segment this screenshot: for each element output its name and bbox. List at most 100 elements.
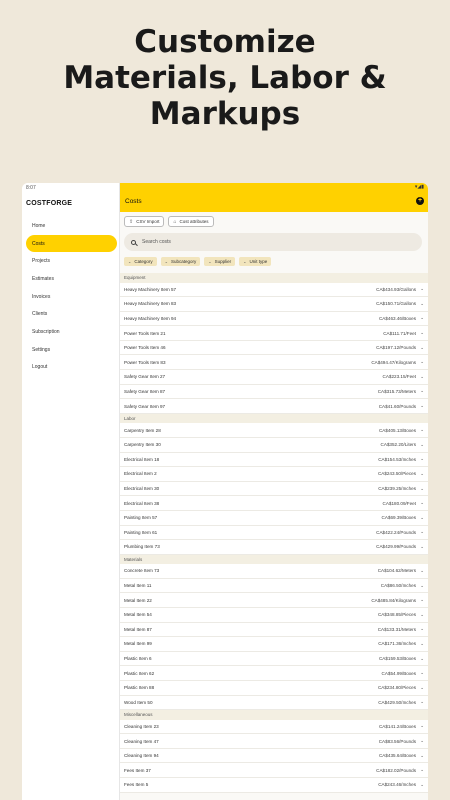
chevron-down-icon[interactable]: ⌄	[416, 427, 424, 433]
chevron-down-icon[interactable]: ⌄	[416, 359, 424, 365]
add-icon[interactable]: +	[416, 197, 424, 205]
brand-logo: COSTFORGE	[26, 200, 73, 207]
list-item[interactable]: Plastic Item 6 CA$159.53/Boxes ⌄	[120, 651, 428, 667]
chevron-down-icon[interactable]: ⌄	[416, 345, 424, 351]
list-item[interactable]: Plastic Item 88 CA$234.80/Pieces ⌄	[120, 680, 428, 696]
chevron-down-icon[interactable]: ⌄	[416, 486, 424, 492]
list-item[interactable]: Metal Item 87 CA$133.31/Meters ⌄	[120, 622, 428, 638]
chevron-down-icon[interactable]: ⌄	[416, 471, 424, 477]
list-item[interactable]: Painting Item 61 CA$422.24/Pounds ⌄	[120, 525, 428, 541]
sidebar-item-invoices[interactable]: Invoices	[26, 288, 117, 306]
list-item[interactable]: Power Tools Item 83 CA$494.47/Kilograms ⌄	[120, 355, 428, 371]
list-item[interactable]: Fees Item 5 CA$243.46/Inches ⌄	[120, 778, 428, 793]
page-title: Costs	[125, 198, 142, 205]
app-bar: ▾◢▮ Costs +	[120, 183, 428, 212]
chevron-down-icon[interactable]: ⌄	[416, 723, 424, 729]
chevron-down-icon[interactable]: ⌄	[416, 738, 424, 744]
chevron-down-icon[interactable]: ⌄	[416, 685, 424, 691]
list-item[interactable]: Cleaning Item 47 CA$83.56/Pounds ⌄	[120, 734, 428, 749]
chevron-down-icon[interactable]: ⌄	[416, 641, 424, 647]
chevron-down-icon[interactable]: ⌄	[416, 403, 424, 409]
list-item[interactable]: Carpentry Item 28 CA$405.13/Boxes ⌄	[120, 423, 428, 438]
list-item[interactable]: Metal Item 99 CA$171.36/Inches ⌄	[120, 637, 428, 652]
cost-item-name: Electrical Item 2	[124, 471, 157, 477]
chevron-down-icon: ⌄	[164, 259, 168, 264]
chevron-down-icon[interactable]: ⌄	[416, 500, 424, 506]
cost-attributes-button[interactable]: ⌂ Cost attributes	[168, 216, 214, 227]
filter-chip-category[interactable]: ⌄ Category	[124, 257, 157, 266]
list-item[interactable]: Heavy Machinery Item 83 CA$150.71/Gallons…	[120, 297, 428, 312]
list-item[interactable]: Heavy Machinery Item 57 CA$434.93/Gallons…	[120, 282, 428, 298]
chevron-down-icon[interactable]: ⌄	[416, 597, 424, 603]
chevron-down-icon[interactable]: ⌄	[416, 568, 424, 574]
filter-chip-supplier[interactable]: ⌄ Supplier	[204, 257, 236, 266]
sidebar-item-clients[interactable]: Clients	[26, 305, 117, 323]
status-time: 8:07	[26, 185, 36, 191]
chevron-down-icon[interactable]: ⌄	[416, 515, 424, 521]
chevron-down-icon[interactable]: ⌄	[416, 670, 424, 676]
list-item[interactable]: Plumbing Item 73 CA$429.99/Pounds ⌄	[120, 540, 428, 555]
chevron-down-icon[interactable]: ⌄	[416, 315, 424, 321]
list-item[interactable]: Concrete Item 73 CA$104.62/Meters ⌄	[120, 564, 428, 579]
sidebar-item-logout[interactable]: Logout	[26, 359, 117, 377]
sidebar-item-settings[interactable]: Settings	[26, 341, 117, 359]
list-item[interactable]: Electrical Item 2 CA$243.50/Pieces ⌄	[120, 467, 428, 482]
chevron-down-icon[interactable]: ⌄	[416, 583, 424, 589]
cost-item-price: CA$111.71/Feet	[383, 330, 416, 336]
chevron-down-icon[interactable]: ⌄	[416, 656, 424, 662]
chevron-down-icon[interactable]: ⌄	[416, 782, 424, 788]
list-item[interactable]: Electrical Item 18 CA$154.53/Inches ⌄	[120, 452, 428, 468]
list-item[interactable]: Safety Gear Item 97 CA$41.60/Pounds ⌄	[120, 399, 428, 414]
filter-chip-subcategory[interactable]: ⌄ Subcategory	[160, 257, 201, 266]
sidebar-item-costs[interactable]: Costs	[26, 234, 117, 253]
chevron-down-icon[interactable]: ⌄	[416, 544, 424, 550]
chevron-down-icon[interactable]: ⌄	[416, 442, 424, 448]
filter-chip-unit-type[interactable]: ⌄ Unit type	[239, 257, 272, 266]
list-item[interactable]: Power Tools Item 46 CA$197.12/Pounds ⌄	[120, 340, 428, 356]
chevron-down-icon[interactable]: ⌄	[416, 529, 424, 535]
headline-line-3: Markups	[149, 96, 301, 132]
chevron-down-icon[interactable]: ⌄	[416, 374, 424, 380]
search-input[interactable]: Search costs	[124, 233, 422, 251]
cost-item-name: Power Tools Item 46	[124, 345, 166, 351]
list-item[interactable]: Electrical Item 30 CA$239.25/Inches ⌄	[120, 481, 428, 497]
sidebar-item-home[interactable]: Home	[26, 217, 117, 235]
sidebar-item-estimates[interactable]: Estimates	[26, 270, 117, 288]
chevron-down-icon[interactable]: ⌄	[416, 301, 424, 307]
list-item[interactable]: Painting Item 57 CA$69.39/Boxes ⌄	[120, 510, 428, 526]
filter-chip-label: Supplier	[214, 259, 232, 264]
list-item[interactable]: Electrical Item 38 CA$180.09/Feet ⌄	[120, 496, 428, 511]
list-item[interactable]: Metal Item 54 CA$348.85/Pieces ⌄	[120, 607, 428, 623]
chevron-down-icon[interactable]: ⌄	[416, 753, 424, 759]
list-item[interactable]: Metal Item 11 CA$86.50/Inches ⌄	[120, 578, 428, 594]
cost-item-name: Metal Item 87	[124, 626, 152, 632]
list-item[interactable]: Safety Gear Item 27 CA$223.15/Feet ⌄	[120, 370, 428, 385]
list-item[interactable]: Wood Item 50 CA$429.50/Inches ⌄	[120, 695, 428, 711]
chevron-down-icon[interactable]: ⌄	[416, 626, 424, 632]
list-item[interactable]: Carpentry Item 30 CA$352.20/Liters ⌄	[120, 437, 428, 453]
chevron-down-icon[interactable]: ⌄	[416, 767, 424, 773]
list-item[interactable]: Power Tools Item 21 CA$111.71/Feet ⌄	[120, 326, 428, 341]
list-item[interactable]: Cleaning Item 23 CA$141.24/Boxes ⌄	[120, 719, 428, 735]
chevron-down-icon[interactable]: ⌄	[416, 699, 424, 705]
cost-item-price: CA$239.25/Inches	[378, 486, 416, 492]
cost-item-name: Power Tools Item 21	[124, 330, 166, 336]
list-item[interactable]: Plastic Item 62 CA$54.99/Boxes ⌄	[120, 666, 428, 681]
chevron-down-icon[interactable]: ⌄	[416, 286, 424, 292]
chevron-down-icon[interactable]: ⌄	[416, 456, 424, 462]
list-item[interactable]: Fees Item 37 CA$182.02/Pounds ⌄	[120, 763, 428, 778]
list-item[interactable]: Metal Item 22 CA$485.84/Kilograms ⌄	[120, 593, 428, 608]
cost-item-price: CA$83.56/Pounds	[378, 738, 416, 744]
sidebar-item-subscription[interactable]: Subscription	[26, 323, 117, 341]
list-item[interactable]: Safety Gear Item 87 CA$315.73/Meters ⌄	[120, 384, 428, 400]
sidebar-item-projects[interactable]: Projects	[26, 252, 117, 270]
list-item[interactable]: Heavy Machinery Item 94 CA$463.46/Boxes ⌄	[120, 311, 428, 327]
cost-item-name: Plastic Item 6	[124, 656, 152, 662]
chevron-down-icon[interactable]: ⌄	[416, 388, 424, 394]
filter-chip-label: Unit type	[249, 259, 268, 264]
list-item[interactable]: Cleaning Item 94 CA$435.64/Boxes ⌄	[120, 748, 428, 764]
chevron-down-icon[interactable]: ⌄	[416, 330, 424, 336]
chevron-down-icon[interactable]: ⌄	[416, 612, 424, 618]
tag-icon: ⌂	[173, 218, 177, 225]
csv-import-button[interactable]: ⇪ CSV Import	[124, 216, 165, 227]
